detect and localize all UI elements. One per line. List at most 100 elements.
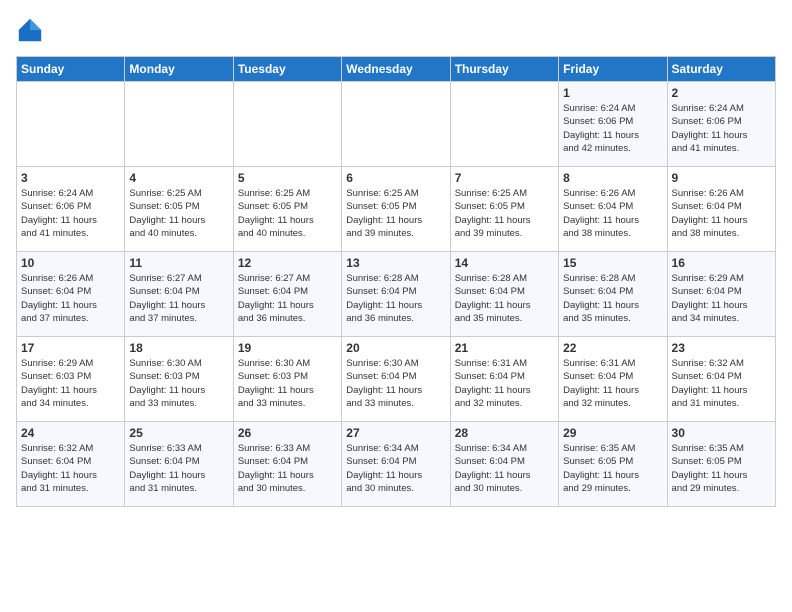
weekday-header: Friday xyxy=(559,57,667,82)
day-info: Sunrise: 6:28 AM Sunset: 6:04 PM Dayligh… xyxy=(346,272,445,325)
day-info: Sunrise: 6:30 AM Sunset: 6:03 PM Dayligh… xyxy=(129,357,228,410)
day-number: 22 xyxy=(563,341,662,355)
day-info: Sunrise: 6:32 AM Sunset: 6:04 PM Dayligh… xyxy=(672,357,771,410)
logo xyxy=(16,16,48,44)
day-info: Sunrise: 6:35 AM Sunset: 6:05 PM Dayligh… xyxy=(672,442,771,495)
day-number: 25 xyxy=(129,426,228,440)
day-number: 13 xyxy=(346,256,445,270)
calendar-cell: 9 Sunrise: 6:26 AM Sunset: 6:04 PM Daylig… xyxy=(667,167,775,252)
day-info: Sunrise: 6:26 AM Sunset: 6:04 PM Dayligh… xyxy=(672,187,771,240)
day-info: Sunrise: 6:27 AM Sunset: 6:04 PM Dayligh… xyxy=(238,272,337,325)
day-info: Sunrise: 6:30 AM Sunset: 6:04 PM Dayligh… xyxy=(346,357,445,410)
calendar-cell: 5 Sunrise: 6:25 AM Sunset: 6:05 PM Daylig… xyxy=(233,167,341,252)
day-info: Sunrise: 6:25 AM Sunset: 6:05 PM Dayligh… xyxy=(238,187,337,240)
calendar-cell: 29 Sunrise: 6:35 AM Sunset: 6:05 PM Dayli… xyxy=(559,422,667,507)
calendar-cell: 15 Sunrise: 6:28 AM Sunset: 6:04 PM Dayli… xyxy=(559,252,667,337)
day-info: Sunrise: 6:30 AM Sunset: 6:03 PM Dayligh… xyxy=(238,357,337,410)
day-info: Sunrise: 6:32 AM Sunset: 6:04 PM Dayligh… xyxy=(21,442,120,495)
day-info: Sunrise: 6:26 AM Sunset: 6:04 PM Dayligh… xyxy=(21,272,120,325)
day-info: Sunrise: 6:29 AM Sunset: 6:03 PM Dayligh… xyxy=(21,357,120,410)
calendar-cell: 3 Sunrise: 6:24 AM Sunset: 6:06 PM Daylig… xyxy=(17,167,125,252)
calendar-cell: 21 Sunrise: 6:31 AM Sunset: 6:04 PM Dayli… xyxy=(450,337,558,422)
day-number: 10 xyxy=(21,256,120,270)
day-number: 24 xyxy=(21,426,120,440)
calendar-cell: 2 Sunrise: 6:24 AM Sunset: 6:06 PM Daylig… xyxy=(667,82,775,167)
calendar-cell: 28 Sunrise: 6:34 AM Sunset: 6:04 PM Dayli… xyxy=(450,422,558,507)
calendar-cell: 17 Sunrise: 6:29 AM Sunset: 6:03 PM Dayli… xyxy=(17,337,125,422)
calendar-cell: 25 Sunrise: 6:33 AM Sunset: 6:04 PM Dayli… xyxy=(125,422,233,507)
calendar-cell: 1 Sunrise: 6:24 AM Sunset: 6:06 PM Daylig… xyxy=(559,82,667,167)
day-info: Sunrise: 6:25 AM Sunset: 6:05 PM Dayligh… xyxy=(346,187,445,240)
calendar-cell: 4 Sunrise: 6:25 AM Sunset: 6:05 PM Daylig… xyxy=(125,167,233,252)
calendar-cell: 26 Sunrise: 6:33 AM Sunset: 6:04 PM Dayli… xyxy=(233,422,341,507)
day-number: 30 xyxy=(672,426,771,440)
day-number: 14 xyxy=(455,256,554,270)
day-number: 3 xyxy=(21,171,120,185)
day-number: 26 xyxy=(238,426,337,440)
day-info: Sunrise: 6:24 AM Sunset: 6:06 PM Dayligh… xyxy=(672,102,771,155)
day-number: 16 xyxy=(672,256,771,270)
day-number: 6 xyxy=(346,171,445,185)
day-info: Sunrise: 6:34 AM Sunset: 6:04 PM Dayligh… xyxy=(455,442,554,495)
day-info: Sunrise: 6:25 AM Sunset: 6:05 PM Dayligh… xyxy=(129,187,228,240)
day-number: 29 xyxy=(563,426,662,440)
calendar-cell: 8 Sunrise: 6:26 AM Sunset: 6:04 PM Daylig… xyxy=(559,167,667,252)
page-header xyxy=(16,16,776,44)
weekday-header: Tuesday xyxy=(233,57,341,82)
calendar-cell: 14 Sunrise: 6:28 AM Sunset: 6:04 PM Dayli… xyxy=(450,252,558,337)
calendar-cell: 27 Sunrise: 6:34 AM Sunset: 6:04 PM Dayli… xyxy=(342,422,450,507)
calendar-cell xyxy=(342,82,450,167)
day-info: Sunrise: 6:28 AM Sunset: 6:04 PM Dayligh… xyxy=(455,272,554,325)
day-number: 23 xyxy=(672,341,771,355)
day-number: 19 xyxy=(238,341,337,355)
day-number: 4 xyxy=(129,171,228,185)
weekday-header: Sunday xyxy=(17,57,125,82)
calendar-cell xyxy=(125,82,233,167)
day-number: 5 xyxy=(238,171,337,185)
calendar-table: SundayMondayTuesdayWednesdayThursdayFrid… xyxy=(16,56,776,507)
day-info: Sunrise: 6:31 AM Sunset: 6:04 PM Dayligh… xyxy=(455,357,554,410)
calendar-cell: 16 Sunrise: 6:29 AM Sunset: 6:04 PM Dayli… xyxy=(667,252,775,337)
calendar-cell xyxy=(17,82,125,167)
day-number: 18 xyxy=(129,341,228,355)
day-info: Sunrise: 6:28 AM Sunset: 6:04 PM Dayligh… xyxy=(563,272,662,325)
day-number: 21 xyxy=(455,341,554,355)
day-info: Sunrise: 6:33 AM Sunset: 6:04 PM Dayligh… xyxy=(238,442,337,495)
day-number: 2 xyxy=(672,86,771,100)
day-info: Sunrise: 6:33 AM Sunset: 6:04 PM Dayligh… xyxy=(129,442,228,495)
day-number: 28 xyxy=(455,426,554,440)
day-info: Sunrise: 6:34 AM Sunset: 6:04 PM Dayligh… xyxy=(346,442,445,495)
day-number: 17 xyxy=(21,341,120,355)
day-number: 1 xyxy=(563,86,662,100)
day-info: Sunrise: 6:29 AM Sunset: 6:04 PM Dayligh… xyxy=(672,272,771,325)
day-number: 15 xyxy=(563,256,662,270)
calendar-cell: 18 Sunrise: 6:30 AM Sunset: 6:03 PM Dayli… xyxy=(125,337,233,422)
calendar-cell: 11 Sunrise: 6:27 AM Sunset: 6:04 PM Dayli… xyxy=(125,252,233,337)
calendar-cell: 22Sunrise: 6:31 AM Sunset: 6:04 PM Dayli… xyxy=(559,337,667,422)
calendar-cell: 24 Sunrise: 6:32 AM Sunset: 6:04 PM Dayli… xyxy=(17,422,125,507)
calendar-cell: 12 Sunrise: 6:27 AM Sunset: 6:04 PM Dayli… xyxy=(233,252,341,337)
day-number: 11 xyxy=(129,256,228,270)
day-number: 27 xyxy=(346,426,445,440)
weekday-header: Saturday xyxy=(667,57,775,82)
calendar-cell xyxy=(233,82,341,167)
day-info: Sunrise: 6:24 AM Sunset: 6:06 PM Dayligh… xyxy=(21,187,120,240)
calendar-cell: 13 Sunrise: 6:28 AM Sunset: 6:04 PM Dayli… xyxy=(342,252,450,337)
calendar-header: SundayMondayTuesdayWednesdayThursdayFrid… xyxy=(17,57,776,82)
calendar-cell: 30 Sunrise: 6:35 AM Sunset: 6:05 PM Dayli… xyxy=(667,422,775,507)
day-number: 8 xyxy=(563,171,662,185)
day-number: 7 xyxy=(455,171,554,185)
day-info: Sunrise: 6:27 AM Sunset: 6:04 PM Dayligh… xyxy=(129,272,228,325)
day-number: 12 xyxy=(238,256,337,270)
weekday-header: Monday xyxy=(125,57,233,82)
calendar-cell: 7 Sunrise: 6:25 AM Sunset: 6:05 PM Daylig… xyxy=(450,167,558,252)
day-info: Sunrise: 6:26 AM Sunset: 6:04 PM Dayligh… xyxy=(563,187,662,240)
day-number: 20 xyxy=(346,341,445,355)
day-info: Sunrise: 6:24 AM Sunset: 6:06 PM Dayligh… xyxy=(563,102,662,155)
calendar-cell: 20 Sunrise: 6:30 AM Sunset: 6:04 PM Dayli… xyxy=(342,337,450,422)
day-number: 9 xyxy=(672,171,771,185)
day-info: Sunrise: 6:25 AM Sunset: 6:05 PM Dayligh… xyxy=(455,187,554,240)
day-info: Sunrise: 6:35 AM Sunset: 6:05 PM Dayligh… xyxy=(563,442,662,495)
calendar-cell: 23 Sunrise: 6:32 AM Sunset: 6:04 PM Dayli… xyxy=(667,337,775,422)
calendar-cell: 19 Sunrise: 6:30 AM Sunset: 6:03 PM Dayli… xyxy=(233,337,341,422)
